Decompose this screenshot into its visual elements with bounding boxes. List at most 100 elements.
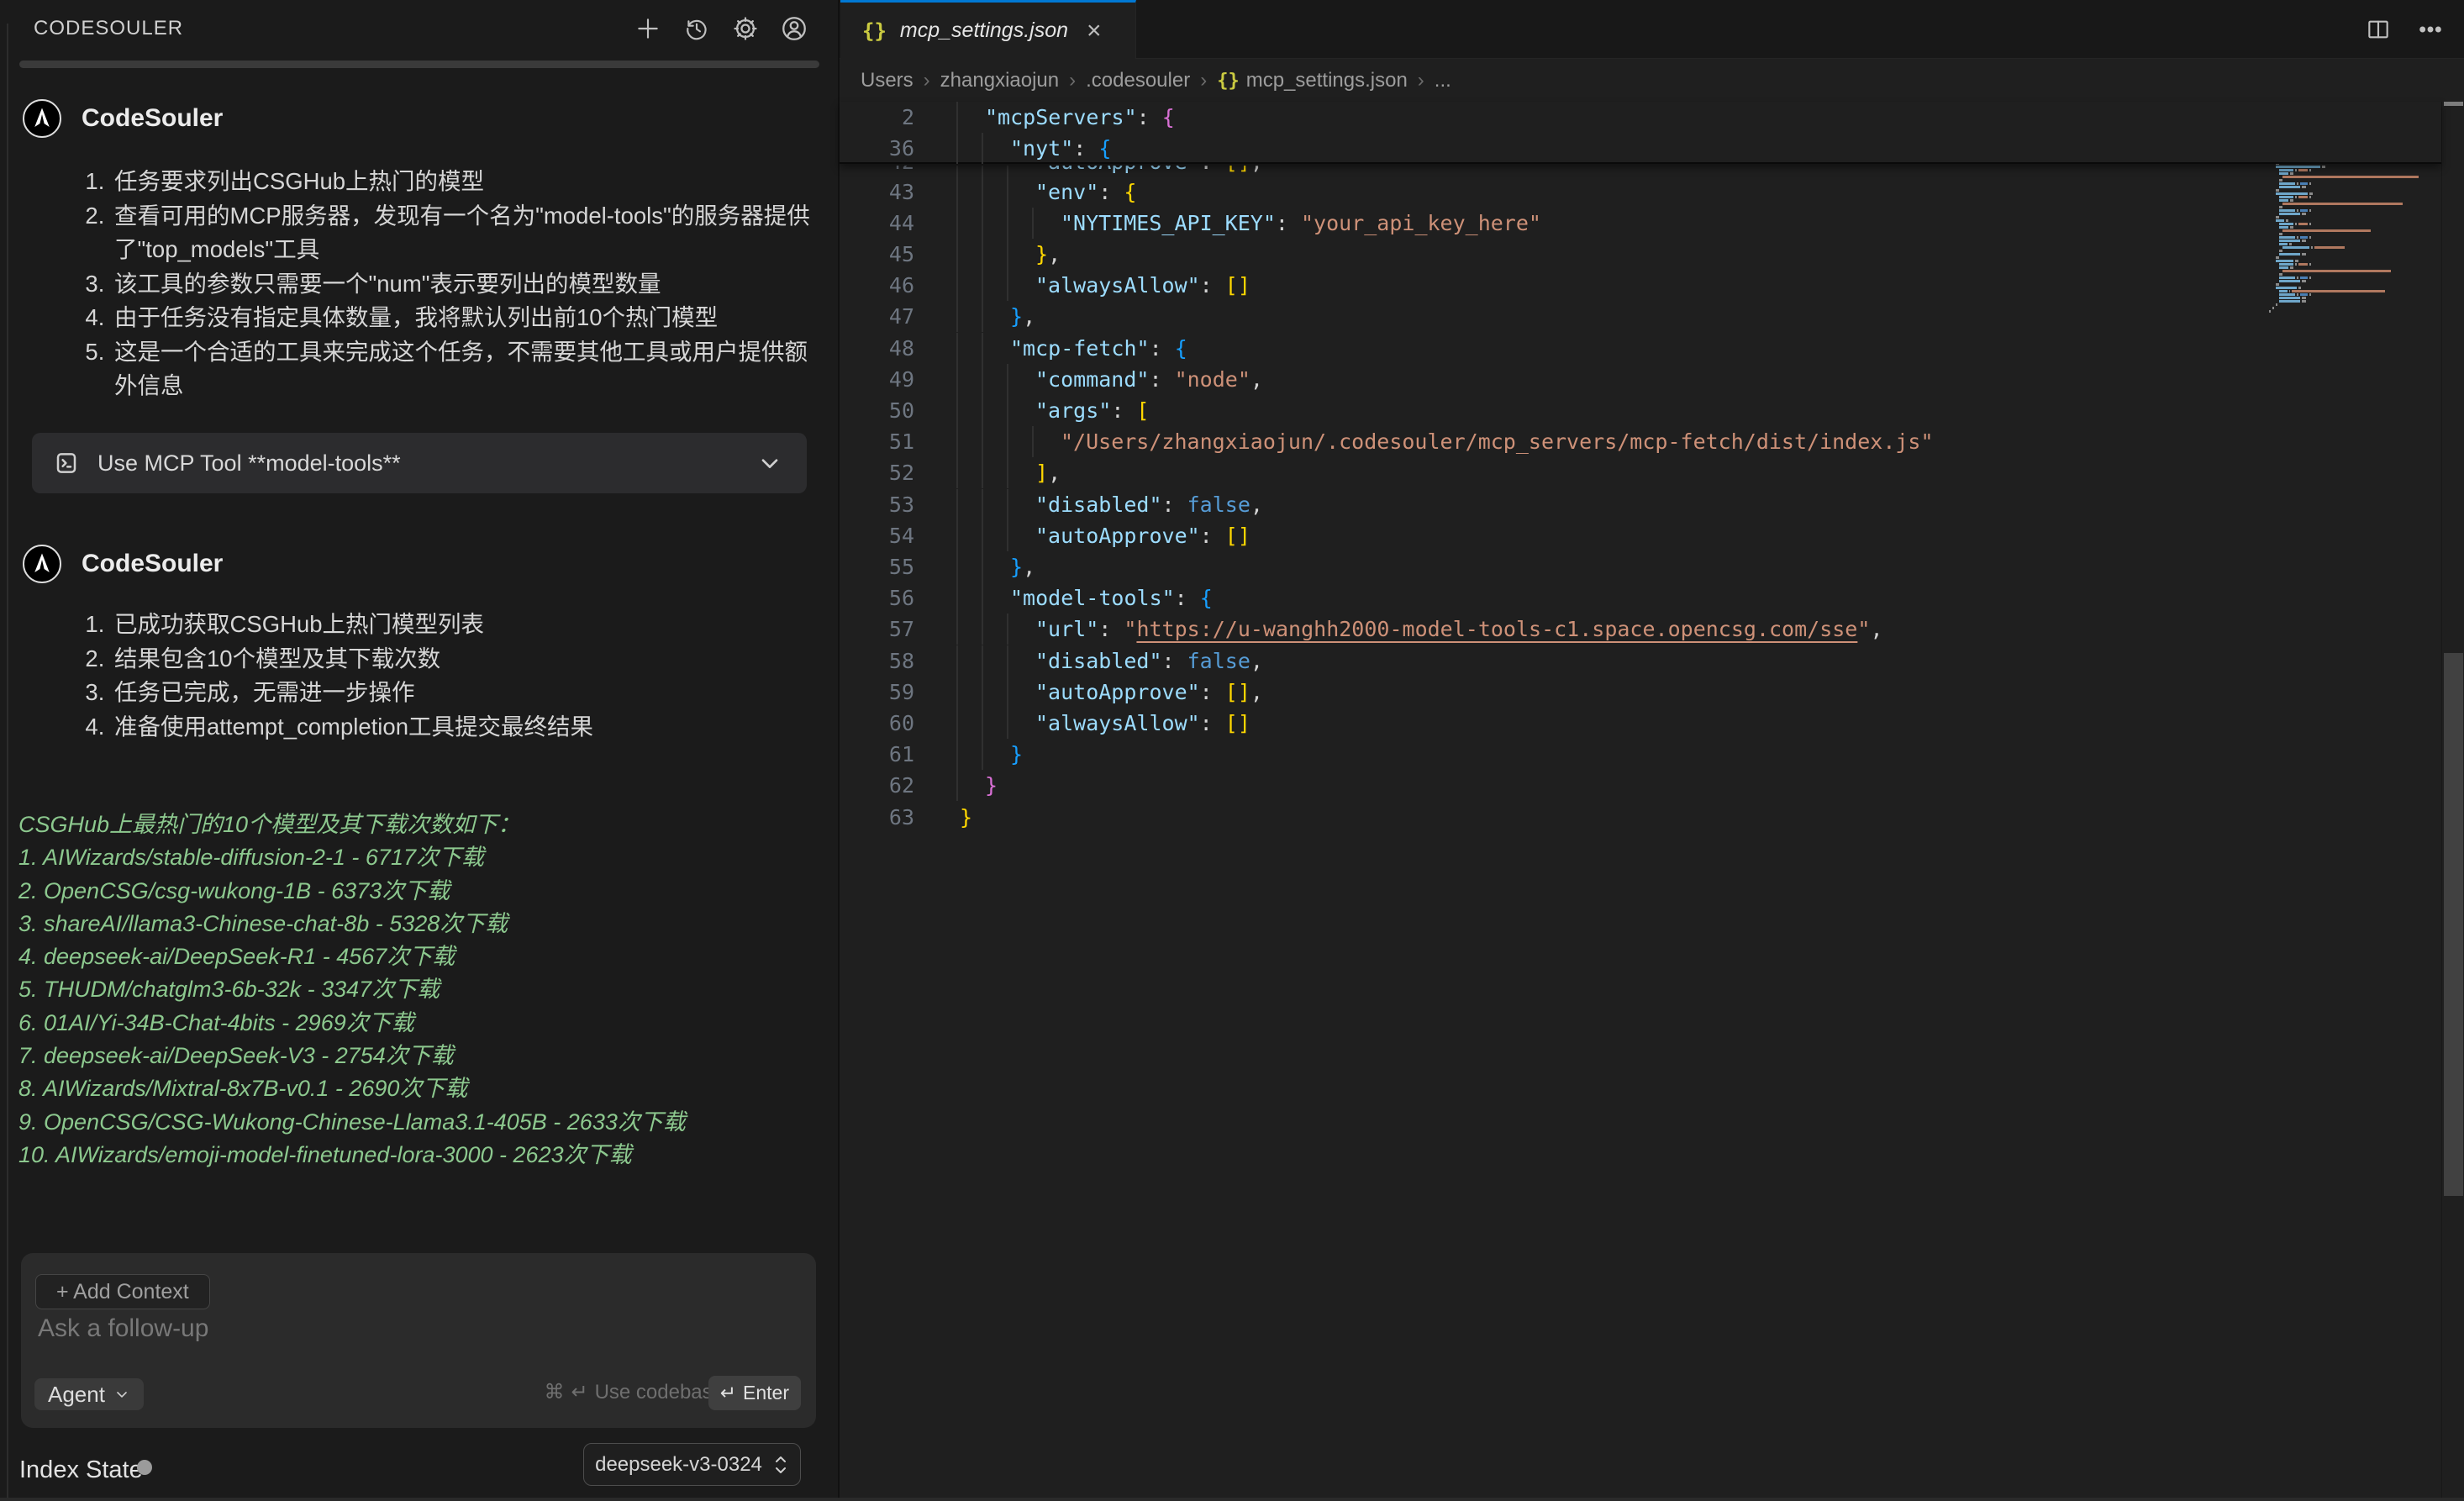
more-actions-icon[interactable] [2415, 14, 2446, 45]
minimap-segment [2298, 287, 2302, 289]
code-line-57[interactable]: 57"url": "https://u-wanghh2000-model-too… [840, 614, 2419, 645]
line-number: 56 [867, 582, 914, 614]
breadcrumb-item[interactable]: zhangxiaojun [940, 69, 1059, 92]
indent-guide [1007, 708, 1008, 739]
minimap[interactable] [2267, 102, 2440, 1501]
message-list-item: 这是一个合适的工具来完成这个任务，不需要其他工具或用户提供额外信息 [111, 335, 817, 403]
chevron-down-icon[interactable] [756, 450, 783, 477]
code-line-54[interactable]: 54"autoApprove": [] [840, 520, 2419, 551]
gear-icon[interactable] [730, 13, 761, 44]
code-text: }, [1010, 551, 1035, 582]
minimap-segment [2279, 199, 2288, 202]
code-token: : [1111, 398, 1136, 423]
indent-guide [1007, 364, 1008, 395]
editor-actions [2363, 0, 2446, 59]
code-line-50[interactable]: 50"args": [ [840, 395, 2419, 426]
code-token: , [1870, 617, 1882, 641]
new-chat-icon[interactable] [633, 13, 663, 44]
enter-button[interactable]: ↵ Enter [708, 1376, 801, 1410]
tool-call-label: Use MCP Tool **model-tools** [97, 450, 401, 477]
indent-guide [982, 739, 983, 770]
code-token: { [1098, 136, 1111, 161]
minimap-segment [2309, 196, 2311, 198]
chat-composer[interactable]: + Add Context Agent ⌘ ↵ Use codebase ↵ E… [21, 1253, 816, 1428]
code-line-49[interactable]: 49"command": "node", [840, 364, 2419, 395]
follow-up-input[interactable] [36, 1314, 759, 1344]
code-link[interactable]: https://u-wanghh2000-model-tools-c1.spac… [1136, 617, 1857, 641]
indent-guide [956, 551, 958, 582]
tab-mcp-settings[interactable]: {} mcp_settings.json × [840, 0, 1136, 59]
code-line-58[interactable]: 58"disabled": false, [840, 645, 2419, 677]
sticky-scroll-header[interactable]: 2"mcpServers": {36"nyt": { [840, 102, 2441, 164]
code-editor[interactable]: 43"env": {44"NYTIMES_API_KEY": "your_api… [840, 102, 2464, 1501]
code-token: [] [1225, 166, 1250, 174]
code-line-60[interactable]: 60"alwaysAllow": [] [840, 708, 2419, 739]
return-icon: ↵ [720, 1382, 736, 1404]
code-token: } [960, 805, 972, 830]
message-list-2: 已成功获取CSGHub上热门模型列表结果包含10个模型及其下载次数任务已完成，无… [23, 608, 817, 744]
minimap-segment [2297, 209, 2298, 212]
indent-guide [1032, 426, 1034, 457]
minimap-segment [2272, 307, 2274, 309]
code-line-47[interactable]: 47}, [840, 301, 2419, 332]
code-line-44[interactable]: 44"NYTIMES_API_KEY": "your_api_key_here" [840, 208, 2419, 239]
indent-guide [982, 520, 983, 551]
tab-close-icon[interactable]: × [1087, 18, 1102, 44]
completion-result: CSGHub上最热门的10个模型及其下载次数如下： 1. AIWizards/s… [18, 808, 825, 1172]
sidebar-header: CODESOULER [0, 0, 838, 57]
indent-guide [1007, 239, 1008, 270]
model-selector[interactable]: deepseek-v3-0324 [583, 1443, 801, 1486]
code-line-53[interactable]: 53"disabled": false, [840, 489, 2419, 520]
code-line-46[interactable]: 46"alwaysAllow": [] [840, 270, 2419, 301]
assistant-message-1: CodeSouler 任务要求列出CSGHub上热门的模型查看可用的MCP服务器… [23, 99, 817, 403]
code-line-55[interactable]: 55}, [840, 551, 2419, 582]
minimap-segment [2282, 246, 2309, 249]
indent-guide [956, 708, 958, 739]
breadcrumb-item[interactable]: .codesouler [1086, 69, 1190, 92]
indent-guide [982, 677, 983, 708]
minimap-segment [2279, 223, 2293, 225]
minimap-segment [2276, 219, 2284, 222]
code-line-2[interactable]: 2"mcpServers": { [840, 102, 2419, 133]
minimap-segment [2290, 226, 2293, 229]
use-codebase-hint[interactable]: ⌘ ↵ Use codebase [544, 1380, 724, 1404]
indent-guide [982, 551, 983, 582]
code-line-45[interactable]: 45}, [840, 239, 2419, 270]
line-number: 46 [867, 270, 914, 301]
code-line-36[interactable]: 36"nyt": { [840, 133, 2419, 164]
sidebar-footer: Index State deepseek-v3-0324 [19, 1450, 819, 1492]
minimap-segment [2279, 266, 2288, 269]
minimap-segment [2279, 297, 2300, 299]
breadcrumb[interactable]: Users›zhangxiaojun›.codesouler›{}mcp_set… [840, 59, 2464, 102]
code-line-42[interactable]: 42"autoApprove": [], [840, 166, 2419, 176]
updown-chevron-icon [772, 1454, 789, 1476]
indent-guide [982, 645, 983, 677]
code-line-43[interactable]: 43"env": { [840, 176, 2419, 208]
split-editor-icon[interactable] [2363, 14, 2393, 45]
breadcrumb-item[interactable]: {}mcp_settings.json [1217, 69, 1408, 92]
code-line-48[interactable]: 48"mcp-fetch": { [840, 333, 2419, 364]
code-line-62[interactable]: 62} [840, 770, 2419, 801]
code-token: "autoApprove" [1035, 166, 1200, 174]
minimap-segment [2302, 186, 2307, 188]
breadcrumb-item[interactable]: ... [1435, 69, 1451, 92]
scrollbar-thumb[interactable] [2444, 653, 2463, 1196]
minimap-segment [2279, 182, 2295, 185]
code-line-52[interactable]: 52], [840, 457, 2419, 488]
code-line-61[interactable]: 61} [840, 739, 2419, 770]
result-model-line: 6. 01AI/Yi-34B-Chat-4bits - 2969次下载 [18, 1007, 825, 1040]
code-line-56[interactable]: 56"model-tools": { [840, 582, 2419, 614]
code-line-63[interactable]: 63} [840, 802, 2419, 833]
mcp-tool-call-row[interactable]: Use MCP Tool **model-tools** [32, 433, 807, 493]
code-token: "alwaysAllow" [1035, 711, 1200, 735]
history-icon[interactable] [682, 13, 712, 44]
add-context-button[interactable]: + Add Context [35, 1274, 210, 1309]
code-line-59[interactable]: 59"autoApprove": [], [840, 677, 2419, 708]
account-icon[interactable] [779, 13, 809, 44]
minimap-segment [2295, 196, 2297, 198]
breadcrumb-item[interactable]: Users [861, 69, 913, 92]
minimap-segment [2279, 263, 2293, 266]
code-token: : [1175, 586, 1200, 610]
code-line-51[interactable]: 51"/Users/zhangxiaojun/.codesouler/mcp_s… [840, 426, 2419, 457]
agent-mode-selector[interactable]: Agent [34, 1378, 144, 1410]
